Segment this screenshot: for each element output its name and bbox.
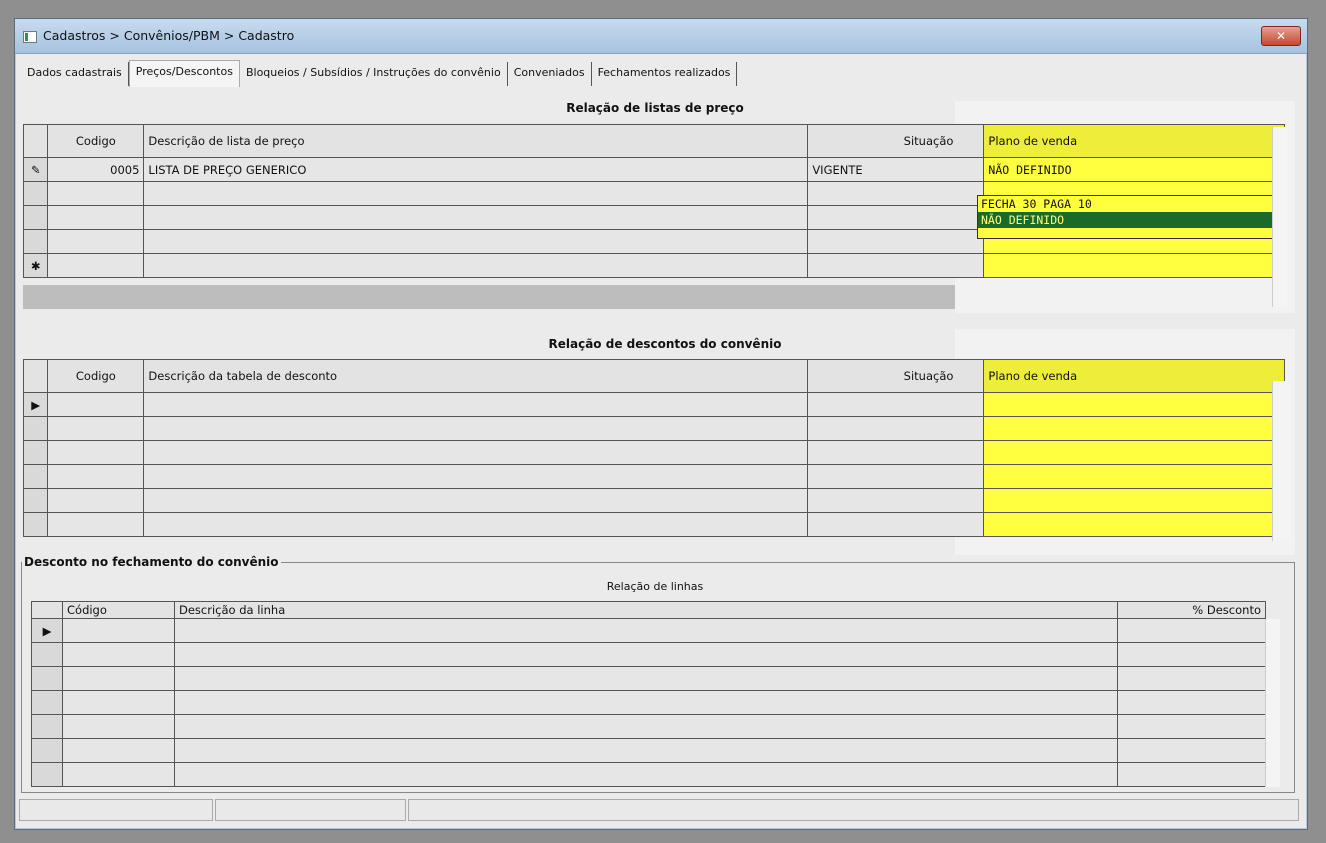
tab-bloqueios[interactable]: Bloqueios / Subsídios / Instruções do co… — [240, 62, 508, 86]
current-row-indicator: ▶ — [31, 618, 63, 643]
header-indicator — [22, 124, 49, 158]
table-row[interactable] — [31, 714, 1266, 739]
table-row[interactable]: ✎ 0005 LISTA DE PREÇO GENERICO VIGENTE N… — [22, 157, 1285, 182]
title-bar: Cadastros > Convênios/PBM > Cadastro ✕ — [15, 19, 1307, 54]
current-row-indicator: ▶ — [22, 392, 49, 417]
tab-precos-descontos[interactable]: Preços/Descontos — [128, 60, 240, 87]
col-header-status[interactable]: Situação — [807, 359, 985, 393]
col-header-status[interactable]: Situação — [807, 124, 985, 158]
table-row[interactable]: ▶ — [22, 392, 1285, 417]
tab-bar: Dados cadastrais Preços/Descontos Bloque… — [21, 60, 738, 87]
tab-dados-cadastrais[interactable]: Dados cadastrais — [21, 62, 129, 86]
close-button[interactable]: ✕ — [1261, 26, 1301, 46]
table-row[interactable] — [31, 666, 1266, 691]
lines-scrollbar[interactable] — [1265, 619, 1280, 787]
edit-indicator: ✎ — [22, 157, 49, 182]
sales-plan-dropdown[interactable]: FECHA 30 PAGA 10 NÃO DEFINIDO — [977, 195, 1287, 239]
table-row[interactable] — [31, 642, 1266, 667]
col-header-description[interactable]: Descrição da linha — [174, 601, 1118, 619]
table-row[interactable] — [22, 440, 1285, 465]
status-panel-1 — [19, 799, 213, 821]
discounts-scrollbar[interactable] — [1272, 381, 1291, 541]
table-row[interactable] — [22, 488, 1285, 513]
discounts-table: Codigo Descrição da tabela de desconto S… — [22, 359, 1285, 537]
table-row[interactable]: ▶ — [31, 618, 1266, 643]
closing-discount-legend: Desconto no fechamento do convênio — [24, 555, 279, 569]
price-lists-title: Relação de listas de preço — [566, 101, 744, 115]
new-row-indicator: ✱ — [22, 253, 49, 278]
col-header-code[interactable]: Codigo — [47, 359, 145, 393]
col-header-code[interactable]: Código — [62, 601, 175, 619]
col-header-description[interactable]: Descrição da tabela de desconto — [143, 359, 809, 393]
tab-fechamentos[interactable]: Fechamentos realizados — [592, 62, 738, 86]
table-row[interactable]: ✱ — [22, 253, 1285, 278]
col-header-description[interactable]: Descrição de lista de preço — [143, 124, 809, 158]
tab-conveniados[interactable]: Conveniados — [508, 62, 592, 86]
cell-status[interactable]: VIGENTE — [807, 157, 985, 182]
header-indicator — [31, 601, 63, 619]
price-lists-footer — [23, 285, 955, 309]
col-header-sales-plan[interactable]: Plano de venda — [983, 359, 1285, 393]
app-icon — [23, 31, 37, 43]
table-row[interactable] — [31, 690, 1266, 715]
col-header-discount[interactable]: % Desconto — [1117, 601, 1266, 619]
sales-plan-value: NÃO DEFINIDO — [988, 162, 1072, 177]
discounts-title: Relação de descontos do convênio — [548, 337, 782, 351]
price-lists-scrollbar[interactable] — [1272, 127, 1287, 307]
table-row[interactable] — [22, 416, 1285, 441]
lines-table: Código Descrição da linha % Desconto ▶ — [31, 601, 1266, 787]
table-row[interactable] — [31, 762, 1266, 787]
sales-plan-select[interactable]: NÃO DEFINIDO ▾ — [983, 157, 1285, 182]
col-header-code[interactable]: Codigo — [47, 124, 145, 158]
cell-description[interactable]: LISTA DE PREÇO GENERICO — [143, 157, 809, 182]
cell-code[interactable]: 0005 — [47, 157, 145, 182]
table-row[interactable] — [31, 738, 1266, 763]
dropdown-option-selected[interactable]: NÃO DEFINIDO — [978, 212, 1286, 228]
col-header-sales-plan[interactable]: Plano de venda — [983, 124, 1285, 158]
table-row[interactable] — [22, 512, 1285, 537]
status-panel-2 — [214, 799, 407, 821]
status-panel-3 — [408, 799, 1299, 821]
dropdown-option[interactable]: FECHA 30 PAGA 10 — [978, 196, 1286, 212]
table-row[interactable] — [22, 464, 1285, 489]
header-indicator — [22, 359, 49, 393]
window: Cadastros > Convênios/PBM > Cadastro ✕ D… — [14, 18, 1308, 830]
lines-title: Relação de linhas — [606, 580, 704, 593]
window-title: Cadastros > Convênios/PBM > Cadastro — [43, 28, 295, 43]
status-bar — [19, 799, 1301, 821]
